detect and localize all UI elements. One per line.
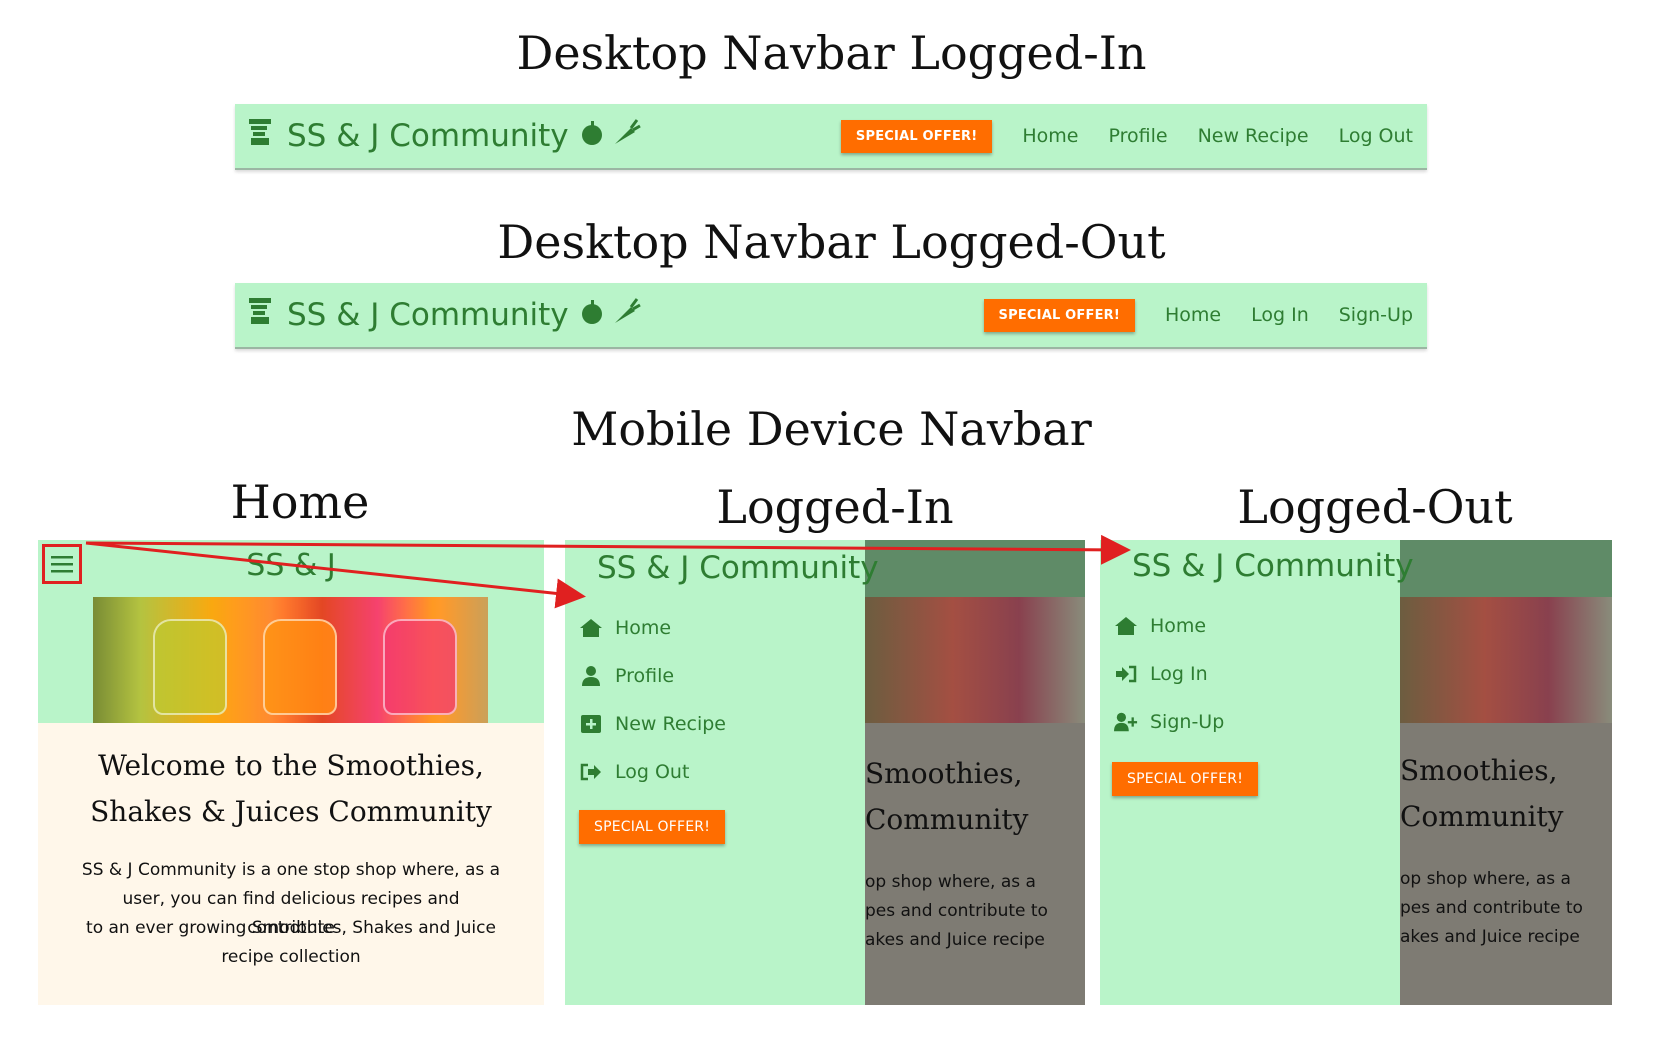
annotation-arrows xyxy=(85,534,1131,609)
arrow-to-logged-out xyxy=(85,534,1131,565)
arrow-to-logged-in xyxy=(85,541,586,609)
